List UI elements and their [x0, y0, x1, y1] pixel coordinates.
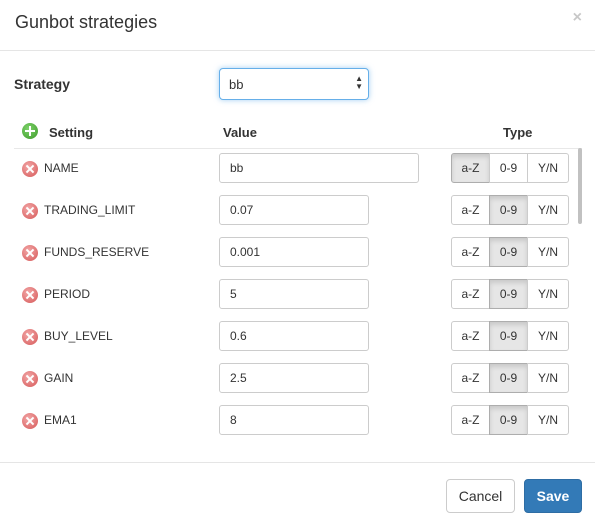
- modal-title: Gunbot strategies: [15, 12, 158, 32]
- type-button-text[interactable]: a-Z: [451, 195, 490, 225]
- modal-footer: Cancel Save: [0, 462, 595, 530]
- strategy-select[interactable]: bb ▲ ▼: [219, 68, 369, 100]
- header-type: Type: [503, 125, 533, 140]
- strategy-select-value: bb: [229, 77, 244, 92]
- setting-name: PERIOD: [44, 287, 91, 301]
- type-toggle-group: a-Z 0-9 Y/N: [451, 195, 569, 225]
- type-button-text[interactable]: a-Z: [451, 405, 490, 435]
- close-icon[interactable]: ×: [573, 9, 582, 27]
- setting-value-input[interactable]: [219, 321, 369, 351]
- table-header: Setting Value Type: [14, 118, 582, 149]
- strategy-label: Strategy: [14, 76, 71, 92]
- type-button-number[interactable]: 0-9: [489, 153, 528, 183]
- type-button-boolean[interactable]: Y/N: [527, 279, 569, 309]
- type-button-number[interactable]: 0-9: [489, 363, 528, 393]
- remove-circle-icon[interactable]: [22, 203, 38, 219]
- setting-name: TRADING_LIMIT: [44, 203, 136, 217]
- type-button-text[interactable]: a-Z: [451, 237, 490, 267]
- type-toggle-group: a-Z 0-9 Y/N: [451, 321, 569, 351]
- table-row: FUNDS_RESERVE a-Z0-9Y/N: [14, 232, 582, 274]
- table-row: BUY_LEVEL a-Z0-9Y/N: [14, 316, 582, 358]
- type-toggle-group: a-Z 0-9 Y/N: [451, 153, 569, 183]
- setting-name: NAME: [44, 161, 79, 175]
- setting-name: GAIN: [44, 371, 74, 385]
- type-toggle-group: a-Z 0-9 Y/N: [451, 405, 569, 435]
- scrollbar[interactable]: [578, 148, 582, 224]
- setting-value-input[interactable]: [219, 363, 369, 393]
- type-button-text[interactable]: a-Z: [451, 279, 490, 309]
- settings-list[interactable]: NAMEa-Z0-9Y/NTRADING_LIMITa-Z0-9Y/NFUNDS…: [14, 148, 582, 448]
- type-toggle-group: a-Z 0-9 Y/N: [451, 237, 569, 267]
- setting-name: BUY_LEVEL: [44, 329, 113, 343]
- remove-circle-icon[interactable]: [22, 245, 38, 261]
- add-circle-icon[interactable]: [22, 123, 38, 139]
- setting-value-input[interactable]: [219, 237, 369, 267]
- setting-value-input[interactable]: [219, 405, 369, 435]
- type-button-text[interactable]: a-Z: [451, 321, 490, 351]
- remove-circle-icon[interactable]: [22, 161, 38, 177]
- type-button-boolean[interactable]: Y/N: [527, 321, 569, 351]
- remove-circle-icon[interactable]: [22, 329, 38, 345]
- header-value: Value: [223, 125, 257, 140]
- remove-circle-icon[interactable]: [22, 371, 38, 387]
- type-button-number[interactable]: 0-9: [489, 195, 528, 225]
- setting-name: FUNDS_RESERVE: [44, 245, 150, 259]
- table-row: PERIOD a-Z0-9Y/N: [14, 274, 582, 316]
- type-button-boolean[interactable]: Y/N: [527, 195, 569, 225]
- type-button-number[interactable]: 0-9: [489, 321, 528, 351]
- modal-header: Gunbot strategies ×: [0, 0, 595, 51]
- setting-value-input[interactable]: [219, 195, 369, 225]
- save-button[interactable]: Save: [524, 479, 582, 513]
- strategies-modal: Gunbot strategies × Strategy bb ▲ ▼ Setti…: [0, 0, 595, 529]
- type-button-text[interactable]: a-Z: [451, 153, 490, 183]
- type-button-boolean[interactable]: Y/N: [527, 153, 569, 183]
- remove-circle-icon[interactable]: [22, 413, 38, 429]
- type-toggle-group: a-Z 0-9 Y/N: [451, 363, 569, 393]
- type-button-number[interactable]: 0-9: [489, 237, 528, 267]
- header-setting: Setting: [49, 125, 94, 140]
- setting-value-input[interactable]: [219, 279, 369, 309]
- type-button-number[interactable]: 0-9: [489, 279, 528, 309]
- type-toggle-group: a-Z 0-9 Y/N: [451, 279, 569, 309]
- setting-value-input[interactable]: [219, 153, 419, 183]
- type-button-text[interactable]: a-Z: [451, 363, 490, 393]
- sort-arrows-icon: ▲ ▼: [355, 74, 363, 91]
- type-button-number[interactable]: 0-9: [489, 405, 528, 435]
- remove-circle-icon[interactable]: [22, 287, 38, 303]
- type-button-boolean[interactable]: Y/N: [527, 405, 569, 435]
- type-button-boolean[interactable]: Y/N: [527, 237, 569, 267]
- table-row: EMA1 a-Z0-9Y/N: [14, 400, 582, 442]
- type-button-boolean[interactable]: Y/N: [527, 363, 569, 393]
- table-row: GAIN a-Z0-9Y/N: [14, 358, 582, 400]
- table-row: TRADING_LIMIT a-Z0-9Y/N: [14, 190, 582, 232]
- table-row: NAME a-Z0-9Y/N: [14, 148, 582, 190]
- cancel-button[interactable]: Cancel: [446, 479, 515, 513]
- setting-name: EMA1: [44, 413, 77, 427]
